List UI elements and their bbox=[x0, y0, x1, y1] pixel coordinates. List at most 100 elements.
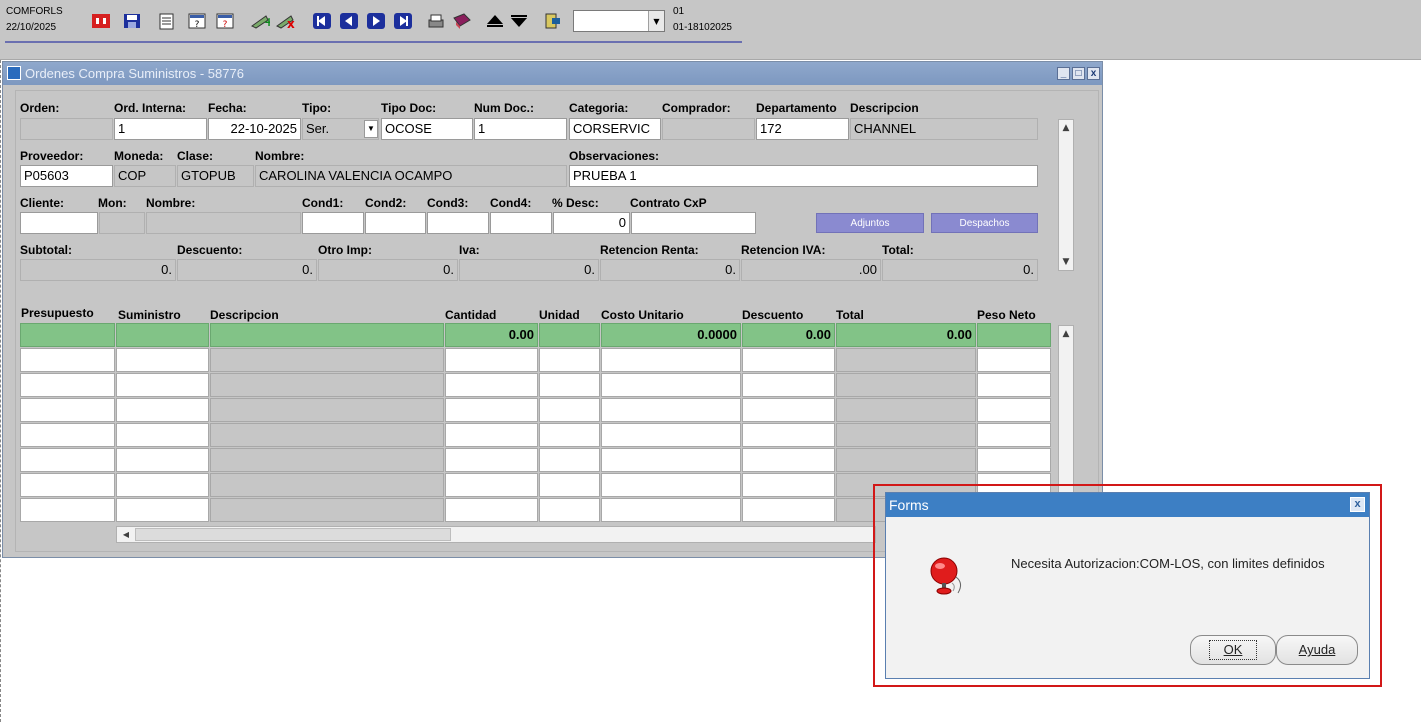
cliente-field[interactable] bbox=[20, 212, 98, 234]
cell-cantidad[interactable] bbox=[445, 498, 538, 522]
maximize-icon[interactable]: □ bbox=[1072, 67, 1085, 80]
cell-unidad[interactable] bbox=[539, 398, 600, 422]
fecha-field[interactable]: 22-10-2025 bbox=[208, 118, 301, 140]
previous-block-icon[interactable] bbox=[484, 10, 506, 32]
cell-costo-unitario[interactable] bbox=[601, 423, 741, 447]
minimize-icon[interactable]: _ bbox=[1057, 67, 1070, 80]
clear-form-icon[interactable] bbox=[156, 10, 178, 32]
cell-descripcion[interactable] bbox=[210, 373, 444, 397]
help-icon[interactable] bbox=[451, 10, 473, 32]
cell-suministro[interactable] bbox=[116, 473, 209, 497]
cell-presupuesto[interactable] bbox=[20, 373, 115, 397]
cell-total[interactable]: 0.00 bbox=[836, 323, 976, 347]
orden-field[interactable] bbox=[20, 118, 113, 140]
cell-costo-unitario[interactable] bbox=[601, 473, 741, 497]
cell-unidad[interactable] bbox=[539, 473, 600, 497]
cell-suministro[interactable] bbox=[116, 448, 209, 472]
cell-costo-unitario[interactable] bbox=[601, 398, 741, 422]
cond3-field[interactable] bbox=[427, 212, 489, 234]
print-icon[interactable] bbox=[425, 10, 447, 32]
insert-record-icon[interactable]: + bbox=[249, 10, 271, 32]
cell-descripcion[interactable] bbox=[210, 448, 444, 472]
scroll-up-icon[interactable]: ▲ bbox=[1059, 120, 1073, 136]
ok-button[interactable]: OK bbox=[1190, 635, 1276, 665]
cell-cantidad[interactable] bbox=[445, 348, 538, 372]
cell-descuento[interactable] bbox=[742, 348, 835, 372]
chevron-down-icon[interactable]: ▼ bbox=[364, 120, 378, 138]
cell-unidad[interactable] bbox=[539, 423, 600, 447]
cond2-field[interactable] bbox=[365, 212, 426, 234]
previous-record-icon[interactable] bbox=[338, 10, 360, 32]
cell-costo-unitario[interactable] bbox=[601, 373, 741, 397]
cond4-field[interactable] bbox=[490, 212, 552, 234]
save-icon[interactable] bbox=[121, 10, 143, 32]
cell-costo-unitario[interactable] bbox=[601, 448, 741, 472]
chevron-down-icon[interactable]: ▼ bbox=[648, 11, 664, 31]
cell-presupuesto[interactable] bbox=[20, 398, 115, 422]
pct-desc-field[interactable]: 0 bbox=[553, 212, 630, 234]
cell-descripcion[interactable] bbox=[210, 423, 444, 447]
departamento-field[interactable]: 172 bbox=[756, 118, 849, 140]
cell-descuento[interactable] bbox=[742, 398, 835, 422]
scroll-down-icon[interactable]: ▼ bbox=[1059, 254, 1073, 270]
cell-costo-unitario[interactable]: 0.0000 bbox=[601, 323, 741, 347]
cell-unidad[interactable] bbox=[539, 448, 600, 472]
cell-descuento[interactable] bbox=[742, 448, 835, 472]
cell-presupuesto[interactable] bbox=[20, 323, 115, 347]
ord-interna-field[interactable]: 1 bbox=[114, 118, 207, 140]
toolbar-select[interactable]: ▼ bbox=[573, 10, 665, 32]
observaciones-field[interactable]: PRUEBA 1 bbox=[569, 165, 1038, 187]
cell-peso-neto[interactable] bbox=[977, 373, 1051, 397]
clase-field[interactable]: GTOPUB bbox=[177, 165, 254, 187]
close-icon[interactable]: x bbox=[1350, 497, 1365, 512]
cell-cantidad[interactable] bbox=[445, 398, 538, 422]
cell-unidad[interactable] bbox=[539, 323, 600, 347]
descripcion-field[interactable]: CHANNEL bbox=[850, 118, 1038, 140]
categoria-field[interactable]: CORSERVIC bbox=[569, 118, 661, 140]
cell-cantidad[interactable] bbox=[445, 448, 538, 472]
cell-presupuesto[interactable] bbox=[20, 348, 115, 372]
cell-presupuesto[interactable] bbox=[20, 498, 115, 522]
cell-costo-unitario[interactable] bbox=[601, 498, 741, 522]
next-block-icon[interactable] bbox=[508, 10, 530, 32]
dialog-titlebar[interactable]: Forms x bbox=[886, 493, 1369, 517]
cell-suministro[interactable] bbox=[116, 373, 209, 397]
adjuntos-button[interactable]: Adjuntos bbox=[816, 213, 924, 233]
cell-total[interactable] bbox=[836, 448, 976, 472]
cell-descuento[interactable] bbox=[742, 498, 835, 522]
cell-descripcion[interactable] bbox=[210, 348, 444, 372]
cell-suministro[interactable] bbox=[116, 398, 209, 422]
cell-cantidad[interactable] bbox=[445, 423, 538, 447]
list-values-icon[interactable] bbox=[542, 10, 564, 32]
cell-costo-unitario[interactable] bbox=[601, 348, 741, 372]
cell-suministro[interactable] bbox=[116, 498, 209, 522]
scroll-up-icon[interactable]: ▲ bbox=[1059, 326, 1073, 342]
cell-suministro[interactable] bbox=[116, 348, 209, 372]
cell-descripcion[interactable] bbox=[210, 473, 444, 497]
cell-unidad[interactable] bbox=[539, 373, 600, 397]
close-icon[interactable]: x bbox=[1087, 67, 1100, 80]
mon-field[interactable] bbox=[99, 212, 145, 234]
cell-total[interactable] bbox=[836, 348, 976, 372]
cell-peso-neto[interactable] bbox=[977, 323, 1051, 347]
scroll-left-icon[interactable]: ◀ bbox=[119, 528, 133, 541]
cell-peso-neto[interactable] bbox=[977, 448, 1051, 472]
header-scrollbar[interactable]: ▲ ▼ bbox=[1058, 119, 1074, 271]
delete-record-icon[interactable]: x bbox=[274, 10, 296, 32]
last-record-icon[interactable] bbox=[392, 10, 414, 32]
tipo-select[interactable]: Ser. ▼ bbox=[302, 118, 379, 140]
cell-descuento[interactable] bbox=[742, 373, 835, 397]
grid-hscrollbar[interactable]: ◀ bbox=[116, 526, 876, 543]
cell-peso-neto[interactable] bbox=[977, 398, 1051, 422]
cell-peso-neto[interactable] bbox=[977, 423, 1051, 447]
despachos-button[interactable]: Despachos bbox=[931, 213, 1038, 233]
cond1-field[interactable] bbox=[302, 212, 364, 234]
num-doc-field[interactable]: 1 bbox=[474, 118, 567, 140]
cell-total[interactable] bbox=[836, 398, 976, 422]
cell-presupuesto[interactable] bbox=[20, 448, 115, 472]
cell-cantidad[interactable] bbox=[445, 373, 538, 397]
help-button[interactable]: Ayuda bbox=[1276, 635, 1358, 665]
contrato-field[interactable] bbox=[631, 212, 756, 234]
cell-suministro[interactable] bbox=[116, 323, 209, 347]
cell-cantidad[interactable] bbox=[445, 473, 538, 497]
